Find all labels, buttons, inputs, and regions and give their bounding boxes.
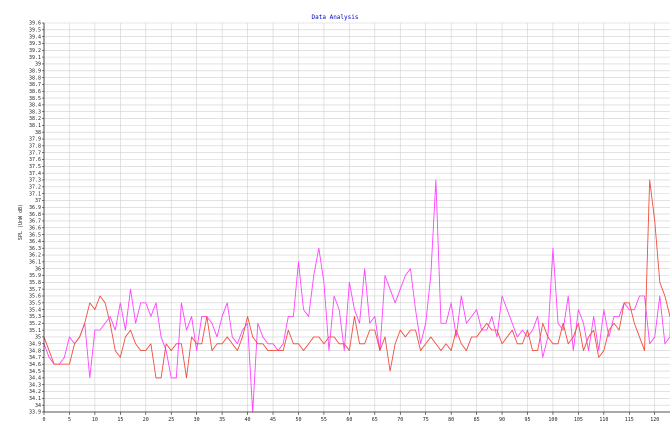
y-tick-label: 39.1 — [29, 55, 41, 61]
x-tick-label: 100 — [548, 417, 557, 423]
y-tick-label: 35.1 — [29, 328, 41, 334]
y-tick-label: 34.5 — [29, 369, 41, 375]
y-tick-label: 39.6 — [29, 21, 41, 27]
y-tick-label: 38.7 — [29, 82, 41, 88]
y-tick-label: 34 — [35, 403, 41, 409]
y-tick-label: 37.5 — [29, 164, 41, 170]
y-tick-label: 37.2 — [29, 184, 41, 190]
x-tick-label: 15 — [117, 417, 123, 423]
x-tick-label: 45 — [270, 417, 276, 423]
x-tick-label: 30 — [194, 417, 200, 423]
y-tick-label: 35.3 — [29, 314, 41, 320]
y-tick-label: 34.6 — [29, 362, 41, 368]
y-tick-label: 33.9 — [29, 410, 41, 416]
y-tick-label: 36.2 — [29, 253, 41, 259]
y-tick-label: 39.4 — [29, 34, 41, 40]
y-tick-label: 39 — [35, 62, 41, 68]
y-tick-label: 35.6 — [29, 294, 41, 300]
x-tick-label: 20 — [143, 417, 149, 423]
x-tick-label: 75 — [423, 417, 429, 423]
line-chart: 33.93434.134.234.334.434.534.634.734.834… — [29, 21, 670, 423]
series-line-1 — [43, 179, 670, 413]
x-tick-label: 120 — [650, 417, 659, 423]
x-tick-label: 90 — [499, 417, 505, 423]
y-tick-label: 38.3 — [29, 109, 41, 115]
y-tick-label: 36.8 — [29, 212, 41, 218]
y-tick-label: 38.5 — [29, 96, 41, 102]
x-tick-label: 50 — [295, 417, 301, 423]
y-tick-label: 35.7 — [29, 287, 41, 293]
x-tick-label: 0 — [42, 417, 45, 423]
y-tick-label: 39.5 — [29, 28, 41, 34]
y-tick-label: 37.6 — [29, 157, 41, 163]
y-tick-label: 36.7 — [29, 219, 41, 225]
y-tick-label: 34.7 — [29, 355, 41, 361]
y-tick-label: 35.5 — [29, 301, 41, 307]
y-tick-label: 34.4 — [29, 376, 41, 382]
y-tick-label: 36.5 — [29, 232, 41, 238]
y-tick-label: 38.2 — [29, 116, 41, 122]
chart-window: Data Analysis SPL (UnW dB) 33.9 34 34.1 34.… — [0, 0, 670, 437]
axes — [42, 22, 670, 415]
x-tick-label: 110 — [599, 417, 608, 423]
x-tick-label: 70 — [397, 417, 403, 423]
y-tick-label: 34.3 — [29, 382, 41, 388]
y-tick-label: 37.4 — [29, 171, 41, 177]
grid-lines — [43, 22, 670, 413]
y-tick-label: 34.8 — [29, 348, 41, 354]
y-tick-label: 37.9 — [29, 137, 41, 143]
x-tick-label: 60 — [346, 417, 352, 423]
y-tick-label: 38.9 — [29, 68, 41, 74]
y-tick-label: 36 — [35, 266, 41, 272]
y-tick-label: 35.2 — [29, 321, 41, 327]
x-tick-label: 25 — [168, 417, 174, 423]
y-tick-label: 37.8 — [29, 144, 41, 150]
y-tick-label: 38 — [35, 130, 41, 136]
y-tick-label: 34.9 — [29, 341, 41, 347]
x-tick-label: 35 — [219, 417, 225, 423]
y-tick-label: 36.6 — [29, 225, 41, 231]
x-tick-label: 40 — [245, 417, 251, 423]
x-tick-label: 115 — [625, 417, 634, 423]
y-tick-label: 37.3 — [29, 178, 41, 184]
y-tick-label: 35 — [35, 335, 41, 341]
y-tick-label: 34.1 — [29, 396, 41, 402]
y-tick-label: 34.2 — [29, 389, 41, 395]
x-tick-label: 80 — [448, 417, 454, 423]
y-tick-label: 37 — [35, 198, 41, 204]
y-tick-label: 36.4 — [29, 239, 41, 245]
y-tick-label: 36.9 — [29, 205, 41, 211]
y-tick-label: 35.8 — [29, 280, 41, 286]
series-line-2 — [43, 179, 670, 379]
x-tick-label: 95 — [524, 417, 530, 423]
y-tick-label: 38.4 — [29, 103, 41, 109]
x-tick-label: 85 — [474, 417, 480, 423]
y-tick-label: 38.8 — [29, 75, 41, 81]
y-tick-label: 38.1 — [29, 123, 41, 129]
y-tick-label: 35.4 — [29, 307, 41, 313]
y-tick-label: 37.1 — [29, 191, 41, 197]
y-tick-label: 37.7 — [29, 150, 41, 156]
y-tick-label: 35.9 — [29, 273, 41, 279]
x-tick-label: 65 — [372, 417, 378, 423]
x-tick-label: 55 — [321, 417, 327, 423]
y-tick-label: 36.3 — [29, 246, 41, 252]
x-tick-label: 105 — [574, 417, 583, 423]
y-tick-label: 39.2 — [29, 48, 41, 54]
y-tick-label: 36.1 — [29, 260, 41, 266]
x-tick-label: 5 — [68, 417, 71, 423]
series-layer — [43, 179, 670, 413]
y-tick-labels: 33.93434.134.234.334.434.534.634.734.834… — [29, 21, 41, 416]
x-tick-labels: 0 5 10 15 20 25 30 35 40 45 50 55 60 65 70 75 80 85 90 95 10… — [42, 417, 659, 423]
y-tick-label: 38.6 — [29, 89, 41, 95]
y-tick-label: 39.3 — [29, 41, 41, 47]
x-tick-label: 10 — [92, 417, 98, 423]
